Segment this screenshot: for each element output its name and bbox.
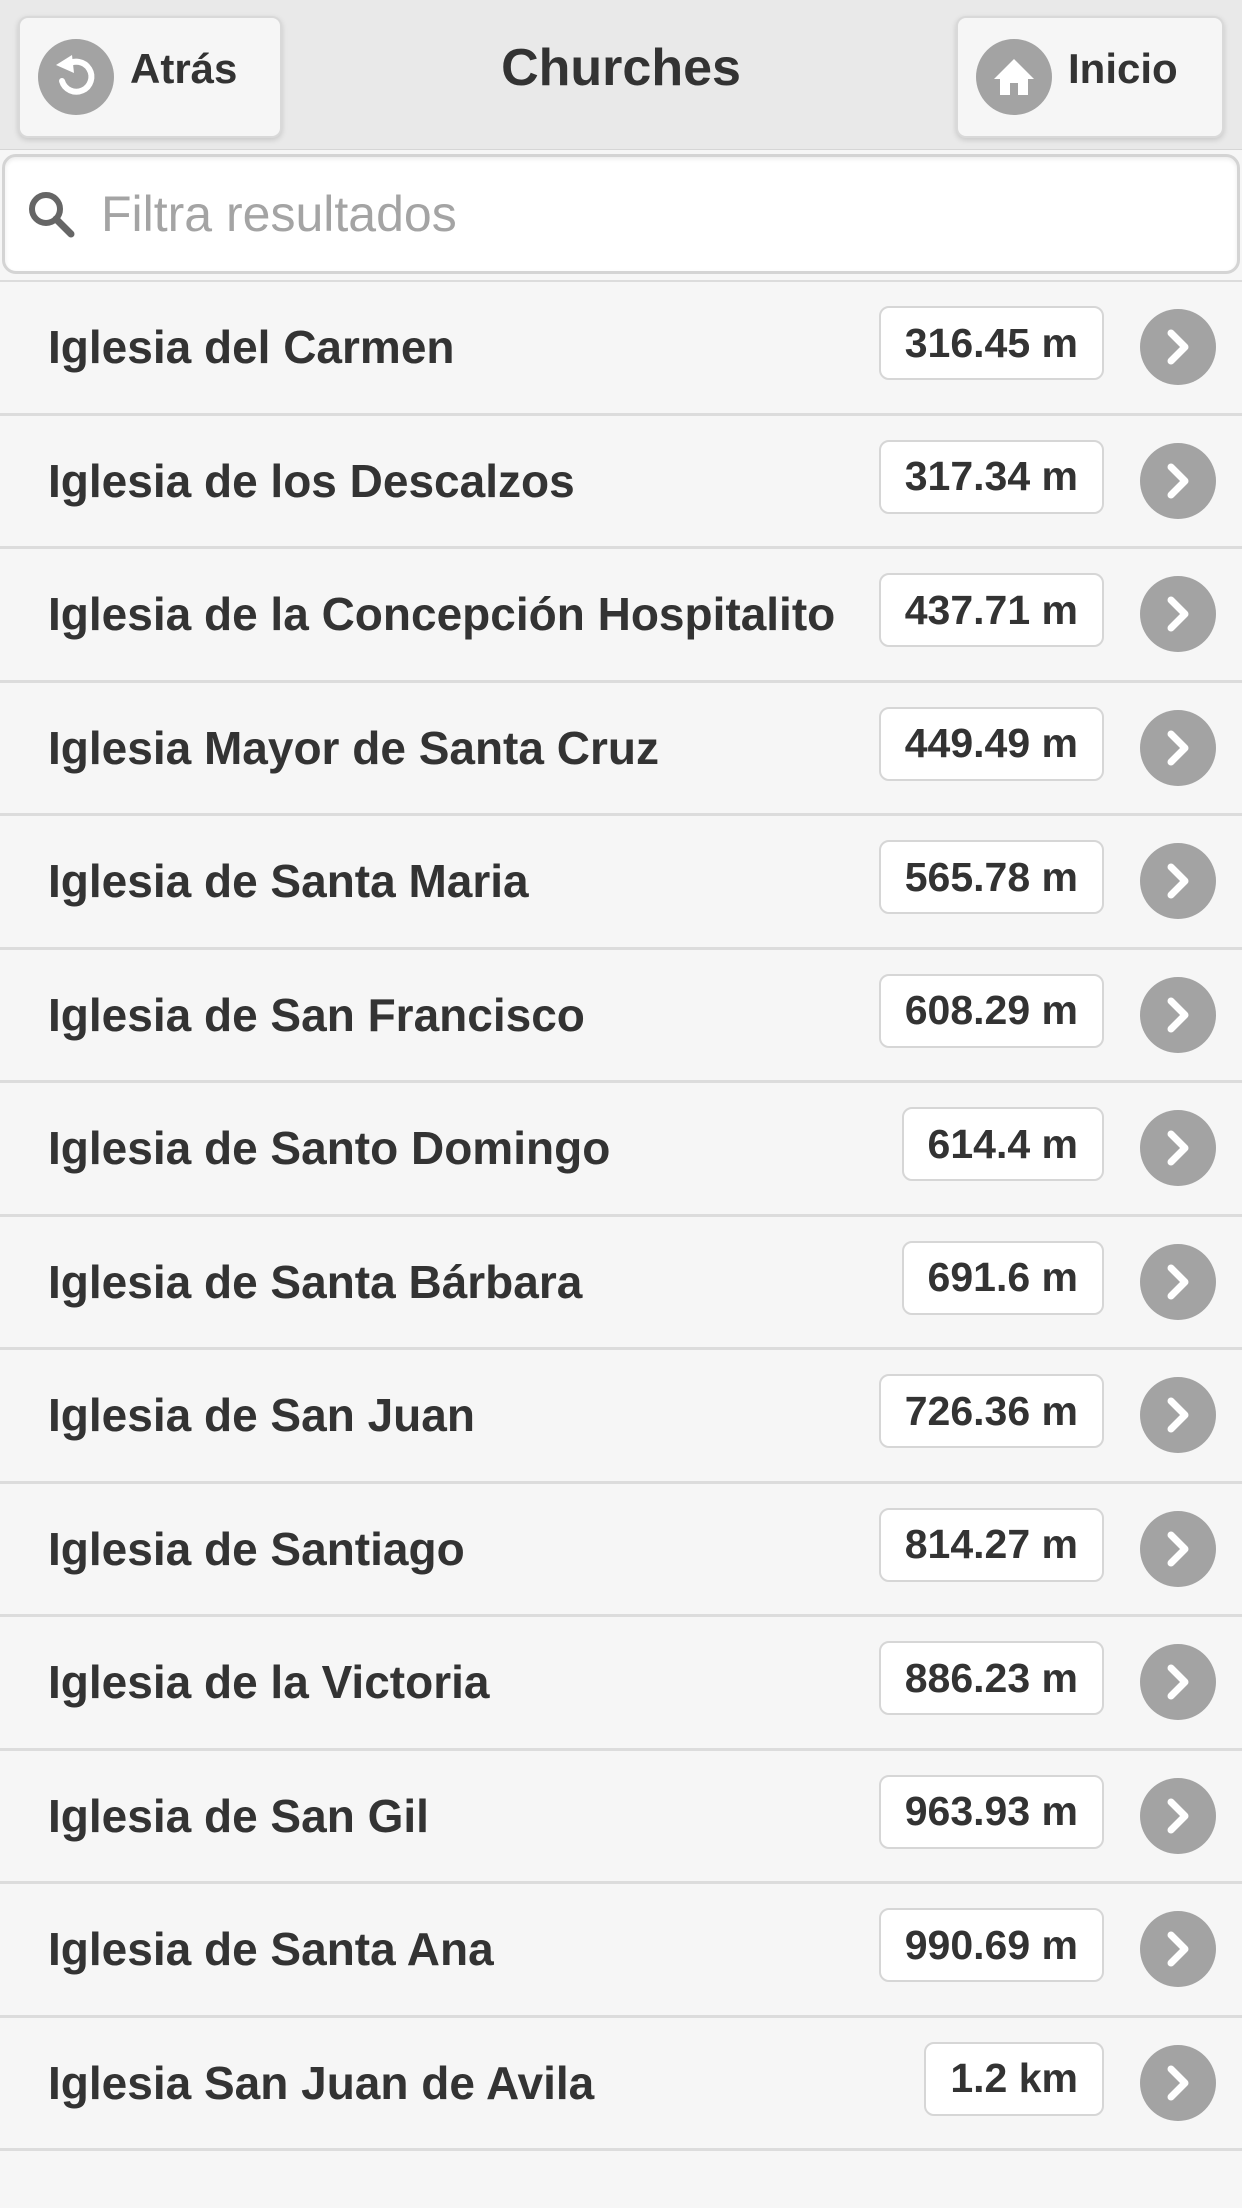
list-item[interactable]: Iglesia de los Descalzos 317.34 m [0, 415, 1242, 549]
search-bar [2, 154, 1240, 274]
church-name: Iglesia de San Francisco [48, 988, 585, 1041]
distance-badge: 437.71 m [878, 573, 1104, 648]
church-name: Iglesia de la Concepción Hospitalito [48, 588, 836, 641]
search-icon [23, 186, 79, 242]
church-name: Iglesia de Santa Maria [48, 855, 529, 908]
back-label: Atrás [130, 45, 238, 92]
chevron-right-icon[interactable] [1140, 576, 1216, 653]
chevron-right-icon[interactable] [1140, 442, 1216, 519]
church-name: Iglesia de Santa Ana [48, 1923, 494, 1976]
chevron-right-icon[interactable] [1140, 1911, 1216, 1988]
list-item[interactable]: Iglesia de Santa Bárbara 691.6 m [0, 1216, 1242, 1350]
church-name: Iglesia del Carmen [48, 321, 455, 374]
distance-badge: 1.2 km [924, 2041, 1104, 2116]
church-name: Iglesia de Santiago [48, 1522, 465, 1575]
list-item[interactable]: Iglesia del Carmen 316.45 m [0, 282, 1242, 416]
chevron-right-icon[interactable] [1140, 309, 1216, 386]
list-item[interactable]: Iglesia de la Victoria 886.23 m [0, 1617, 1242, 1751]
list-item[interactable]: Iglesia de la Concepción Hospitalito 437.… [0, 549, 1242, 683]
home-label: Inicio [1068, 45, 1178, 92]
list-item[interactable]: Iglesia de San Gil 963.93 m [0, 1750, 1242, 1884]
distance-badge: 814.27 m [878, 1507, 1104, 1582]
back-button[interactable]: Atrás [18, 16, 282, 138]
list-item[interactable]: Iglesia de San Francisco 608.29 m [0, 949, 1242, 1083]
distance-badge: 608.29 m [878, 973, 1104, 1048]
list-item[interactable]: Iglesia de San Juan 726.36 m [0, 1350, 1242, 1484]
chevron-right-icon[interactable] [1140, 1777, 1216, 1854]
distance-badge: 565.78 m [878, 840, 1104, 915]
distance-badge: 691.6 m [901, 1240, 1104, 1315]
distance-badge: 726.36 m [878, 1374, 1104, 1449]
chevron-right-icon[interactable] [1140, 1243, 1216, 1320]
chevron-right-icon[interactable] [1140, 709, 1216, 786]
header-bar: Atrás Churches Inicio [0, 0, 1242, 150]
distance-badge: 990.69 m [878, 1908, 1104, 1983]
list-item[interactable]: Iglesia de Santa Maria 565.78 m [0, 816, 1242, 950]
distance-badge: 886.23 m [878, 1641, 1104, 1716]
chevron-right-icon[interactable] [1140, 1644, 1216, 1721]
chevron-right-icon[interactable] [1140, 843, 1216, 920]
church-name: Iglesia de San Gil [48, 1789, 429, 1842]
home-button[interactable]: Inicio [956, 16, 1224, 138]
back-arrow-icon [38, 39, 114, 115]
church-name: Iglesia Mayor de Santa Cruz [48, 721, 659, 774]
chevron-right-icon[interactable] [1140, 1377, 1216, 1454]
distance-badge: 614.4 m [901, 1107, 1104, 1182]
list-item[interactable]: Iglesia de Santa Ana 990.69 m [0, 1884, 1242, 2018]
church-name: Iglesia San Juan de Avila [48, 2056, 595, 2109]
distance-badge: 316.45 m [878, 306, 1104, 381]
page-title: Churches [501, 39, 741, 97]
home-icon [976, 39, 1052, 115]
church-list: Iglesia del Carmen 316.45 m Iglesia de los… [0, 280, 1242, 2151]
list-item[interactable]: Iglesia de Santiago 814.27 m [0, 1483, 1242, 1617]
distance-badge: 963.93 m [878, 1774, 1104, 1849]
chevron-right-icon[interactable] [1140, 2044, 1216, 2121]
church-name: Iglesia de la Victoria [48, 1656, 490, 1709]
chevron-right-icon[interactable] [1140, 1110, 1216, 1187]
search-input[interactable] [101, 185, 1201, 243]
chevron-right-icon[interactable] [1140, 1510, 1216, 1587]
list-item[interactable]: Iglesia de Santo Domingo 614.4 m [0, 1083, 1242, 1217]
distance-badge: 317.34 m [878, 439, 1104, 514]
list-item[interactable]: Iglesia San Juan de Avila 1.2 km [0, 2017, 1242, 2151]
church-name: Iglesia de los Descalzos [48, 454, 575, 507]
church-name: Iglesia de Santa Bárbara [48, 1255, 583, 1308]
church-name: Iglesia de Santo Domingo [48, 1122, 611, 1175]
chevron-right-icon[interactable] [1140, 976, 1216, 1053]
list-item[interactable]: Iglesia Mayor de Santa Cruz 449.49 m [0, 682, 1242, 816]
distance-badge: 449.49 m [878, 706, 1104, 781]
church-name: Iglesia de San Juan [48, 1389, 475, 1442]
